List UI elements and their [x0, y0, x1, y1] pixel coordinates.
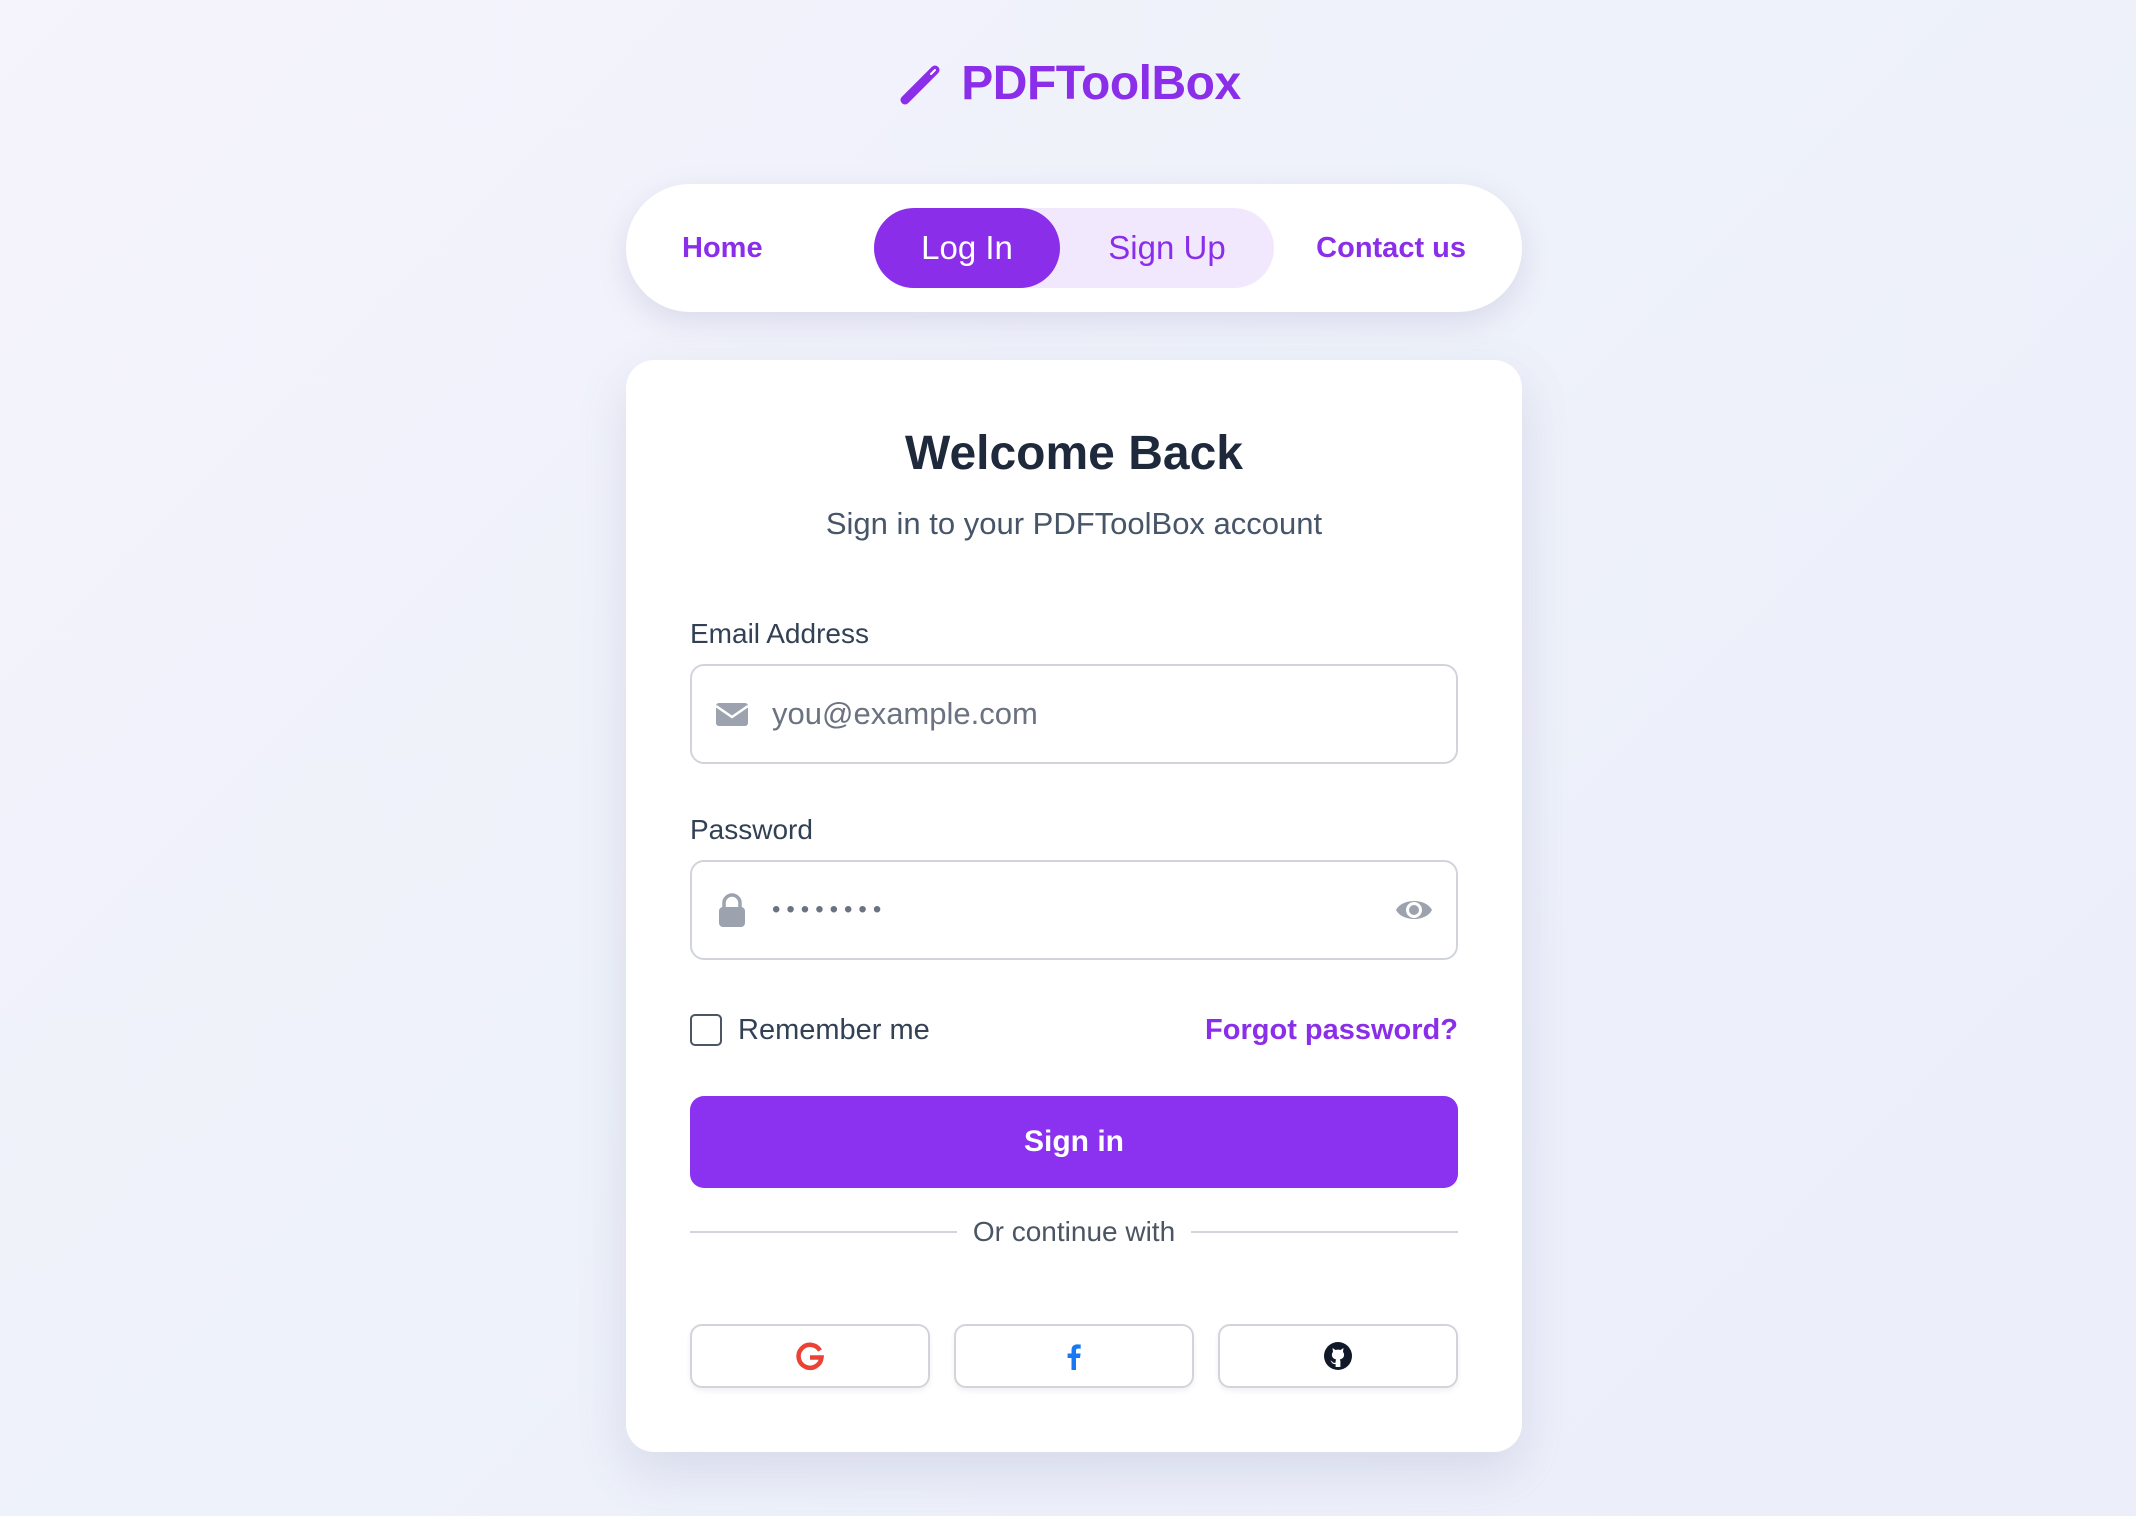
- nav-home-link[interactable]: Home: [682, 184, 763, 312]
- github-login-button[interactable]: [1218, 1324, 1458, 1388]
- page-subtitle: Sign in to your PDFToolBox account: [825, 506, 1323, 541]
- login-tab[interactable]: Log In: [874, 208, 1060, 288]
- divider-line-left: [690, 1231, 957, 1233]
- remember-checkbox[interactable]: [690, 1014, 722, 1046]
- github-icon: [1324, 1342, 1352, 1370]
- brand-title: PDFToolBox: [961, 57, 1241, 110]
- password-input[interactable]: [772, 862, 1372, 958]
- email-input[interactable]: [772, 666, 1372, 762]
- email-label: Email Address: [690, 618, 869, 649]
- eye-icon[interactable]: [1394, 892, 1434, 928]
- lock-icon: [719, 893, 745, 927]
- divider-line-right: [1191, 1231, 1459, 1233]
- signup-tab[interactable]: Sign Up: [1060, 208, 1274, 288]
- pen-icon: [900, 65, 940, 104]
- divider-text: Or continue with: [972, 1216, 1176, 1247]
- page-title: Welcome Back: [905, 427, 1243, 480]
- login-card: Welcome Back Sign in to your PDFToolBox …: [626, 360, 1522, 1452]
- auth-toggle: Log In Sign Up: [874, 208, 1274, 288]
- facebook-login-button[interactable]: [954, 1324, 1194, 1388]
- envelope-icon: [715, 703, 749, 726]
- sign-in-button[interactable]: Sign in: [690, 1096, 1458, 1188]
- remember-label: Remember me: [738, 1013, 930, 1046]
- google-login-button[interactable]: [690, 1324, 930, 1388]
- brand-header: PDFToolBox: [0, 56, 2136, 111]
- nav-contact-link[interactable]: Contact us: [1316, 184, 1466, 312]
- facebook-icon: [1067, 1344, 1081, 1370]
- top-nav: Home Log In Sign Up Contact us: [626, 184, 1522, 312]
- password-label: Password: [690, 814, 813, 845]
- google-icon: [796, 1342, 825, 1371]
- email-field-box: [690, 664, 1458, 764]
- remember-me: Remember me: [690, 1010, 930, 1050]
- password-field-box: [690, 860, 1458, 960]
- social-divider: Or continue with: [690, 1210, 1459, 1254]
- forgot-password-link[interactable]: Forgot password?: [1205, 1010, 1458, 1050]
